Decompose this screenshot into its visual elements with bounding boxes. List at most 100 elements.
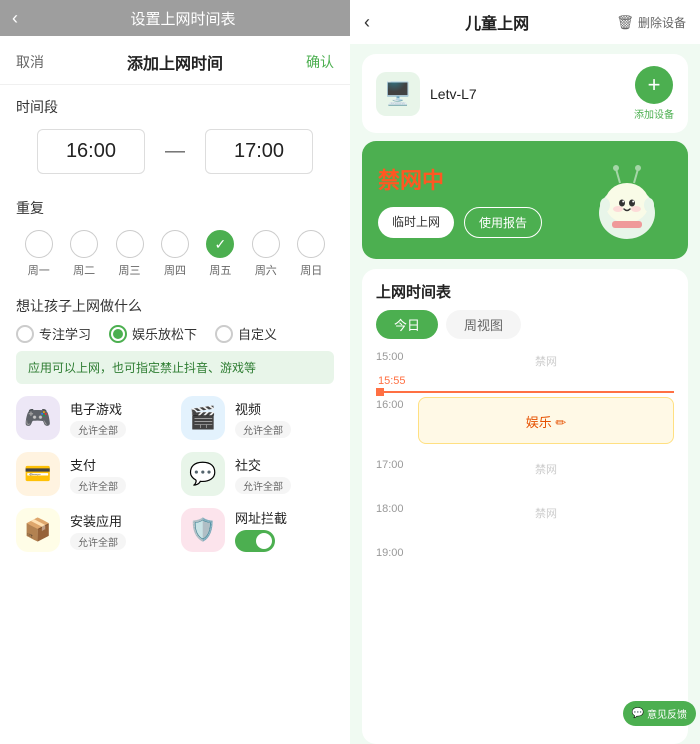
- app-info-video: 视频 允许全部: [235, 399, 291, 438]
- time-row: 16:00 — 17:00: [0, 125, 350, 186]
- add-icon: +: [648, 72, 661, 98]
- day-item-sun[interactable]: 周日: [297, 230, 325, 278]
- app-item-social[interactable]: 💬 社交 允许全部: [181, 452, 334, 496]
- add-device-label: 添加设备: [634, 106, 674, 121]
- left-back-arrow[interactable]: ‹: [12, 8, 18, 29]
- app-name-game: 电子游戏: [70, 399, 126, 418]
- radio-focus[interactable]: 专注学习: [16, 324, 91, 343]
- app-name-pay: 支付: [70, 455, 126, 474]
- radio-entertain[interactable]: 娱乐放松下: [109, 324, 197, 343]
- app-name-urlblock: 网址拦截: [235, 508, 287, 527]
- tab-today[interactable]: 今日: [376, 310, 438, 339]
- radio-custom-label: 自定义: [238, 324, 277, 343]
- status-section: 禁网中 临时上网 使用报告: [362, 141, 688, 259]
- modal-title: 添加上网时间: [127, 50, 223, 74]
- day-item-mon[interactable]: 周一: [25, 230, 53, 278]
- radio-circle-entertain[interactable]: [109, 325, 127, 343]
- time-section-label: 时间段: [0, 85, 350, 125]
- time-dash: —: [165, 140, 185, 163]
- radio-custom[interactable]: 自定义: [215, 324, 277, 343]
- app-item-pay[interactable]: 💳 支付 允许全部: [16, 452, 169, 496]
- time-slot-1500: 15:00 禁网: [418, 347, 674, 391]
- right-back-button[interactable]: ‹: [364, 12, 370, 33]
- day-circle-sat[interactable]: [252, 230, 280, 258]
- device-icon: 🖥️: [376, 72, 420, 116]
- add-device-button[interactable]: +: [635, 66, 673, 104]
- app-item-game[interactable]: 🎮 电子游戏 允许全部: [16, 396, 169, 440]
- app-name-install: 安装应用: [70, 511, 126, 530]
- feedback-label: 意见反馈: [647, 706, 687, 721]
- day-item-sat[interactable]: 周六: [252, 230, 280, 278]
- day-label-sat: 周六: [255, 262, 277, 278]
- right-panel: ‹ 儿童上网 🗑 删除设备 🖥️ Letv-L7 + 添加设备 禁网中 临时上网…: [350, 0, 700, 744]
- want-section-label: 想让孩子上网做什么: [0, 286, 350, 324]
- radio-circle-focus[interactable]: [16, 325, 34, 343]
- app-info-social: 社交 允许全部: [235, 455, 291, 494]
- day-circle-thu[interactable]: [161, 230, 189, 258]
- day-item-thu[interactable]: 周四: [161, 230, 189, 278]
- app-name-video: 视频: [235, 399, 291, 418]
- modal-cancel-button[interactable]: 取消: [16, 52, 44, 72]
- day-circle-sun[interactable]: [297, 230, 325, 258]
- mascot: [582, 155, 672, 245]
- add-device-wrap: + 添加设备: [634, 66, 674, 121]
- entertainment-label: 娱乐 ✏: [526, 415, 567, 430]
- day-circle-wed[interactable]: [116, 230, 144, 258]
- day-circle-tue[interactable]: [70, 230, 98, 258]
- app-item-video[interactable]: 🎬 视频 允许全部: [181, 396, 334, 440]
- temp-internet-button[interactable]: 临时上网: [378, 207, 454, 238]
- app-icon-social: 💬: [181, 452, 225, 496]
- forbidden-label-3: 禁网: [418, 499, 674, 525]
- timeline-area: 15:00 禁网 15:55 16:00: [362, 347, 688, 744]
- add-time-modal: 取消 添加上网时间 确认 时间段 16:00 — 17:00 重复 周一 周二 …: [0, 36, 350, 744]
- toggle-row: [235, 530, 287, 552]
- repeat-section-label: 重复: [0, 186, 350, 226]
- urlblock-toggle[interactable]: [235, 530, 275, 552]
- time-end-input[interactable]: 17:00: [205, 129, 313, 174]
- day-circle-mon[interactable]: [25, 230, 53, 258]
- modal-confirm-button[interactable]: 确认: [306, 52, 334, 72]
- app-item-urlblock[interactable]: 🛡️ 网址拦截: [181, 508, 334, 552]
- usage-report-button[interactable]: 使用报告: [464, 207, 542, 238]
- delete-device-button[interactable]: 🗑 删除设备: [616, 14, 686, 31]
- entertainment-block[interactable]: 娱乐 ✏: [418, 397, 674, 444]
- app-info-install: 安装应用 允许全部: [70, 511, 126, 550]
- day-label-mon: 周一: [28, 262, 50, 278]
- time-label-1900: 19:00: [376, 547, 404, 559]
- day-circle-fri[interactable]: [206, 230, 234, 258]
- forbidden-label-1: 禁网: [418, 347, 674, 373]
- now-dot: [376, 388, 384, 396]
- app-icon-video: 🎬: [181, 396, 225, 440]
- status-label: 禁网中: [378, 163, 542, 195]
- app-badge-social: 允许全部: [235, 477, 291, 494]
- forbidden-label-2: 禁网: [418, 455, 674, 481]
- time-start-input[interactable]: 16:00: [37, 129, 145, 174]
- day-item-tue[interactable]: 周二: [70, 230, 98, 278]
- radio-entertain-label: 娱乐放松下: [132, 324, 197, 343]
- radio-focus-label: 专注学习: [39, 324, 91, 343]
- time-slot-1900: 19:00: [418, 543, 674, 573]
- app-item-install[interactable]: 📦 安装应用 允许全部: [16, 508, 169, 552]
- schedule-tabs: 今日 周视图: [362, 302, 688, 347]
- app-badge-video: 允许全部: [235, 421, 291, 438]
- time-label-1700: 17:00: [376, 459, 404, 471]
- app-info-game: 电子游戏 允许全部: [70, 399, 126, 438]
- feedback-button[interactable]: 💬 意见反馈: [623, 701, 696, 726]
- now-time-label: 15:55: [378, 375, 406, 387]
- app-name-social: 社交: [235, 455, 291, 474]
- app-info-pay: 支付 允许全部: [70, 455, 126, 494]
- slot-content-1500: 禁网: [418, 347, 674, 391]
- radio-row: 专注学习 娱乐放松下 自定义: [0, 324, 350, 351]
- radio-circle-custom[interactable]: [215, 325, 233, 343]
- right-header: ‹ 儿童上网 🗑 删除设备: [350, 0, 700, 44]
- day-item-fri[interactable]: 周五: [206, 230, 234, 278]
- schedule-header: 上网时间表: [362, 269, 688, 302]
- timeline-grid: 15:00 禁网 15:55 16:00: [418, 347, 674, 573]
- time-label-1600: 16:00: [376, 399, 404, 411]
- day-item-wed[interactable]: 周三: [116, 230, 144, 278]
- day-label-wed: 周三: [119, 262, 141, 278]
- app-icon-pay: 💳: [16, 452, 60, 496]
- app-icon-game: 🎮: [16, 396, 60, 440]
- time-label-1800: 18:00: [376, 503, 404, 515]
- tab-week[interactable]: 周视图: [446, 310, 521, 339]
